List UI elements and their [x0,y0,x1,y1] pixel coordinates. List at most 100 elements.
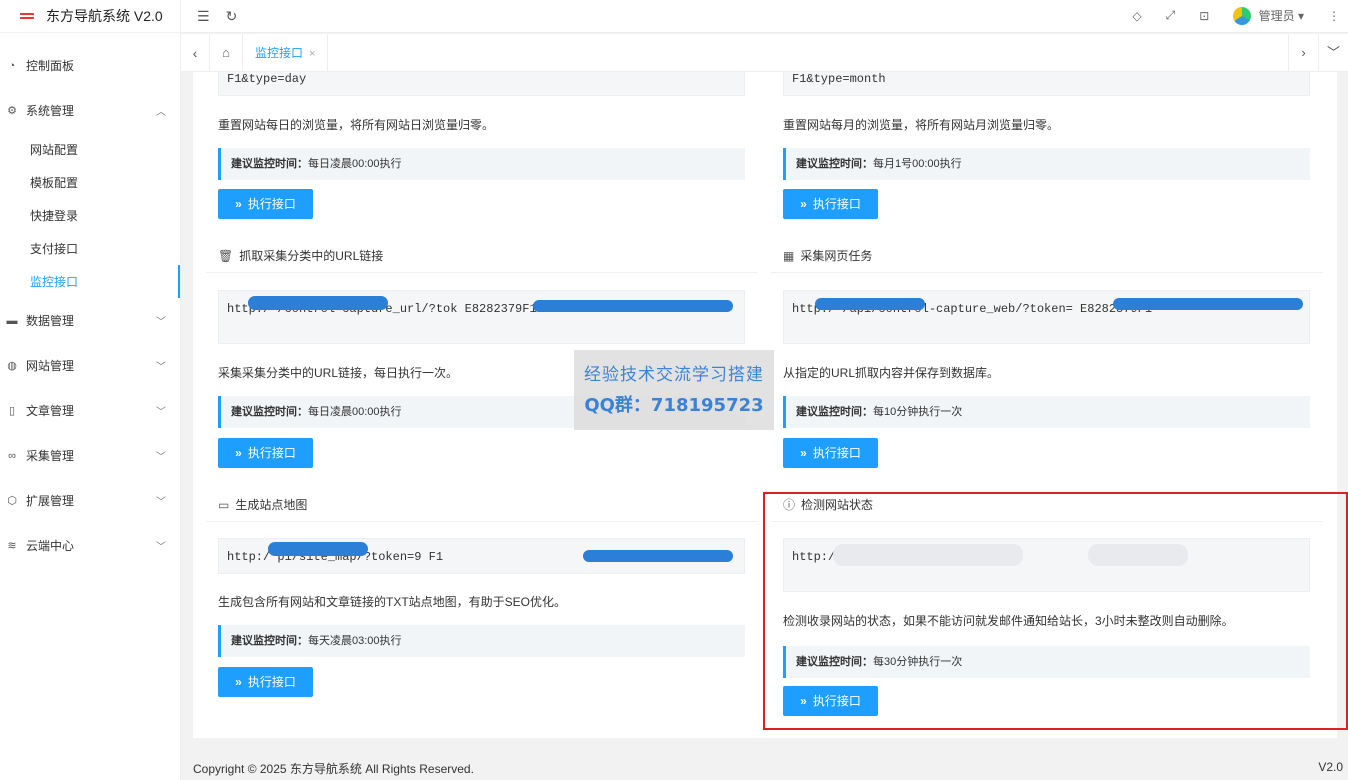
tip-value: 每天凌晨03:00执行 [308,635,402,647]
top-bar-actions: ◇ ⤢ ⊡ 管理员 ▾ ⋮ [1132,7,1348,26]
card-title-text: 采集网页任务 [800,249,873,263]
book-icon: ▯ [8,405,16,417]
tag-icon[interactable]: ◇ [1132,9,1141,23]
footer-copyright: Copyright © 2025 东方导航系统 All Rights Reser… [193,762,474,776]
watermark-line2: QQ群：718195723 [584,395,764,416]
api-description: 重置网站每日的浏览量，将所有网站日浏览量归零。 [218,118,495,132]
database-icon: ▬ [6,314,18,327]
globe-icon: ◍ [7,360,17,372]
api-description: 重置网站每月的浏览量，将所有网站月浏览量归零。 [783,118,1060,132]
top-bar: ☰ ↻ ◇ ⤢ ⊡ 管理员 ▾ ⋮ [181,0,1348,33]
sidebar-item-label: 控制面板 [26,59,75,73]
button-label: 执行接口 [247,446,296,460]
api-description: 从指定的URL抓取内容并保存到数据库。 [783,366,1000,380]
sidebar-item-system[interactable]: ⚙ 系统管理 ︿ [0,88,180,133]
double-arrow-icon: » [235,197,242,211]
button-label: 执行接口 [812,197,861,211]
monitor-tip: 建议监控时间：每月1号00:00执行 [783,148,1310,180]
trash-icon: 🗑 [218,249,234,263]
redaction-mark [583,550,733,562]
api-url-text: F1&type=month [792,72,886,86]
user-name: 管理员 [1258,8,1295,23]
button-label: 执行接口 [247,197,296,211]
execute-button[interactable]: » 执行接口 [218,438,313,468]
sidebar-item-sites[interactable]: ◍ 网站管理 ﹀ [0,343,180,388]
sidebar-item-data[interactable]: ▬ 数据管理 ﹀ [0,298,180,343]
divider [771,272,1323,273]
sidebar-subitem-template-config[interactable]: 模板配置 [0,166,180,199]
double-arrow-icon: » [800,197,807,211]
chevron-up-icon: ︿ [156,107,166,118]
lock-icon[interactable]: ⊡ [1199,9,1209,23]
tab-label: 监控接口 [255,46,304,60]
sidebar-item-label: 云端中心 [26,539,75,553]
watermark: 经验技术交流学习搭建 QQ群：718195723 [574,350,774,430]
tab-menu-icon[interactable]: ﹀ [1318,34,1348,71]
sidebar-subitem-site-config[interactable]: 网站配置 [0,133,180,166]
redaction-mark [1113,298,1303,310]
chevron-down-icon: ﹀ [156,362,166,373]
tab-bar-right: › ﹀ [1288,34,1348,71]
cube-icon: ⬡ [7,495,17,507]
tab-monitor[interactable]: 监控接口 × [243,34,329,71]
double-arrow-icon: » [800,446,807,460]
tip-value: 每日凌晨00:00执行 [308,158,402,170]
dashboard-icon: ◔ [8,59,16,72]
sidebar-item-cloud[interactable]: ≋ 云端中心 ﹀ [0,523,180,568]
refresh-icon[interactable]: ↻ [226,8,238,25]
highlight-box [763,492,1348,730]
double-arrow-icon: » [235,675,242,689]
api-description: 采集采集分类中的URL链接，每日执行一次。 [218,366,459,380]
card-title: 🗑 抓取采集分类中的URL链接 [218,240,383,272]
sidebar-item-label: 采集管理 [26,449,75,463]
footer-version: V2.0 [1318,760,1343,774]
tab-next-icon[interactable]: › [1288,34,1318,71]
home-icon[interactable]: ⌂ [209,34,243,71]
card-title: ▭ 生成站点地图 [218,489,307,521]
menu-toggle-icon[interactable]: ☰ [197,8,210,25]
card-title-text: 抓取采集分类中的URL链接 [239,249,384,263]
user-menu[interactable]: 管理员 ▾ [1233,7,1304,26]
execute-button[interactable]: » 执行接口 [783,438,878,468]
sidebar-item-articles[interactable]: ▯ 文章管理 ﹀ [0,388,180,433]
system-submenu: 网站配置 模板配置 快捷登录 支付接口 监控接口 [0,133,180,298]
tip-label: 建议监控时间： [231,635,308,647]
sidebar-item-label: 数据管理 [26,314,75,328]
close-icon[interactable]: × [309,48,315,60]
wifi-icon: ≋ [7,540,17,552]
sidebar-subitem-payment[interactable]: 支付接口 [0,232,180,265]
watermark-line1: 经验技术交流学习搭建 [584,365,764,385]
table-icon: ▦ [783,249,795,263]
api-url-box[interactable]: F1&type=day [218,72,745,96]
divider [206,272,758,273]
tip-label: 建议监控时间： [796,158,873,170]
api-url-box[interactable]: F1&type=month [783,72,1310,96]
sidebar-item-dashboard[interactable]: ◔ 控制面板 [0,43,180,88]
tab-prev-icon[interactable]: ‹ [181,45,209,61]
tip-value: 每10分钟执行一次 [873,406,963,418]
more-icon[interactable]: ⋮ [1328,9,1340,23]
window-icon: ▭ [218,498,230,512]
redaction-mark [815,298,925,310]
sidebar-item-collect[interactable]: ∞ 采集管理 ﹀ [0,433,180,478]
sidebar-item-extend[interactable]: ⬡ 扩展管理 ﹀ [0,478,180,523]
app-logo[interactable]: 东方导航系统 V2.0 [0,0,180,33]
sidebar-item-label: 系统管理 [26,104,75,118]
logo-icon [20,13,34,19]
app-title: 东方导航系统 V2.0 [46,8,163,24]
sidebar-subitem-quick-login[interactable]: 快捷登录 [0,199,180,232]
execute-button[interactable]: » 执行接口 [218,189,313,219]
button-label: 执行接口 [812,446,861,460]
tip-label: 建议监控时间： [231,158,308,170]
execute-button[interactable]: » 执行接口 [218,667,313,697]
tip-value: 每日凌晨00:00执行 [308,406,402,418]
sidebar-menu: ◔ 控制面板 ⚙ 系统管理 ︿ 网站配置 模板配置 快捷登录 支付接口 监控接口… [0,33,180,568]
monitor-tip: 建议监控时间：每天凌晨03:00执行 [218,625,745,657]
sidebar-subitem-monitor[interactable]: 监控接口 [0,265,180,298]
tip-label: 建议监控时间： [796,406,873,418]
caret-down-icon: ▾ [1297,8,1304,23]
card-title-text: 生成站点地图 [235,498,308,512]
card-title: ▦ 采集网页任务 [783,240,872,272]
fullscreen-icon[interactable]: ⤢ [1166,8,1176,23]
execute-button[interactable]: » 执行接口 [783,189,878,219]
